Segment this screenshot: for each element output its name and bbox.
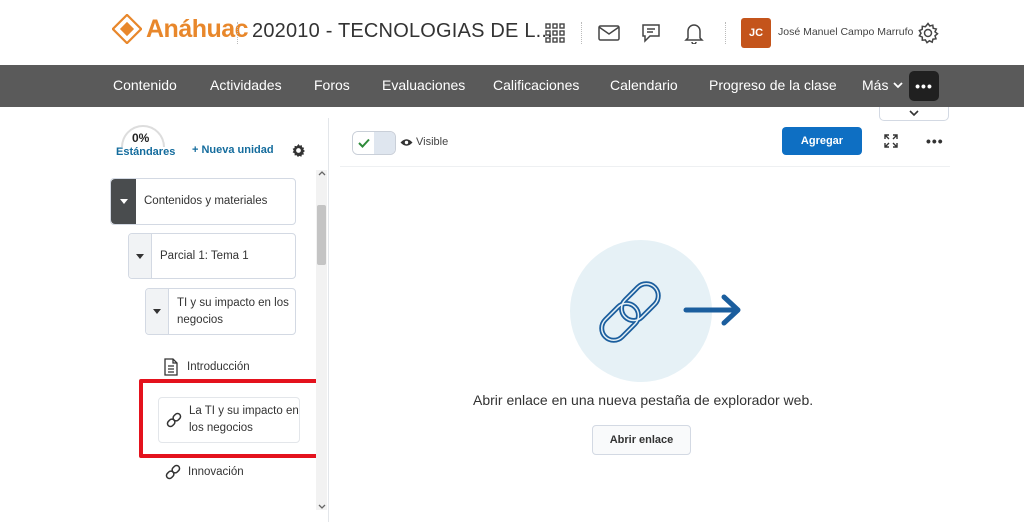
visibility-status: Visible xyxy=(400,136,448,148)
tree-lesson[interactable]: Parcial 1: Tema 1 xyxy=(128,233,296,279)
nav-overflow-button[interactable]: ••• xyxy=(909,71,939,101)
scroll-up-icon[interactable] xyxy=(318,170,326,176)
header-divider xyxy=(725,22,726,44)
nav-more-menu[interactable]: Más xyxy=(862,77,904,93)
topic-innovacion[interactable]: Innovación xyxy=(164,463,244,481)
collapse-nav-toggle[interactable] xyxy=(879,107,949,121)
standards-link[interactable]: Estándares xyxy=(116,146,175,158)
anahuac-logo[interactable]: Anáhuac xyxy=(112,14,249,44)
user-name[interactable]: José Manuel Campo Marrufo xyxy=(778,26,913,38)
tree-unit[interactable]: Contenidos y materiales xyxy=(110,178,296,225)
logo-text: Anáhuac xyxy=(146,14,249,43)
nav-item-calificaciones[interactable]: Calificaciones xyxy=(493,77,579,93)
add-button[interactable]: Agregar xyxy=(782,127,862,155)
course-title[interactable]: 202010 - TECNOLOGIAS DE L... xyxy=(252,20,553,43)
caret-down-icon[interactable] xyxy=(146,289,169,334)
standards-percent: 0% xyxy=(132,131,150,145)
topic-introduccion[interactable]: Introducción xyxy=(164,358,250,376)
topic-label: La TI y su impacto en los negocios xyxy=(189,405,299,434)
tree-folder[interactable]: TI y su impacto en los negocios xyxy=(145,288,296,335)
caret-down-icon[interactable] xyxy=(129,234,152,278)
caret-down-icon[interactable] xyxy=(111,179,136,224)
topic-label: Innovación xyxy=(188,466,244,478)
link-icon xyxy=(165,464,181,480)
tree-lesson-label: Parcial 1: Tema 1 xyxy=(160,249,249,262)
top-header: Anáhuac 202010 - TECNOLOGIAS DE L... JC … xyxy=(0,0,1024,65)
nav-item-actividades[interactable]: Actividades xyxy=(210,77,282,93)
toggle-thumb xyxy=(374,132,395,154)
topic-ti-impacto[interactable]: La TI y su impacto en los negocios xyxy=(158,397,300,443)
link-icon xyxy=(166,412,182,428)
nav-more-label: Más xyxy=(862,77,889,93)
tree-unit-label: Contenidos y materiales xyxy=(144,195,268,207)
nav-item-progreso[interactable]: Progreso de la clase xyxy=(709,77,837,93)
open-link-message: Abrir enlace en una nueva pestaña de exp… xyxy=(473,392,814,408)
mail-icon[interactable] xyxy=(596,20,622,46)
external-link-illustration-icon xyxy=(599,281,741,343)
scroll-down-icon[interactable] xyxy=(318,504,326,510)
content-divider xyxy=(340,166,950,167)
chat-icon[interactable] xyxy=(638,20,664,46)
eye-icon xyxy=(400,138,413,146)
topic-label: Introducción xyxy=(187,361,250,373)
visibility-toggle[interactable] xyxy=(352,131,396,155)
fullscreen-icon[interactable] xyxy=(884,134,898,153)
header-divider xyxy=(237,22,238,44)
panel-divider xyxy=(328,118,329,522)
chevron-down-icon xyxy=(893,82,904,89)
document-icon xyxy=(164,358,178,376)
chevron-down-icon xyxy=(909,110,919,117)
course-navbar: Contenido Actividades Foros Evaluaciones… xyxy=(0,65,1024,107)
gear-icon[interactable] xyxy=(915,20,941,46)
nav-item-contenido[interactable]: Contenido xyxy=(113,77,177,93)
header-divider xyxy=(581,22,582,44)
scroll-thumb[interactable] xyxy=(317,205,326,265)
logo-icon xyxy=(112,14,142,44)
visibility-label: Visible xyxy=(416,136,449,148)
nav-item-calendario[interactable]: Calendario xyxy=(610,77,678,93)
avatar[interactable]: JC xyxy=(741,18,771,48)
gear-icon[interactable] xyxy=(291,143,306,163)
nav-item-foros[interactable]: Foros xyxy=(314,77,350,93)
apps-grid-icon[interactable] xyxy=(542,20,568,46)
checkmark-icon xyxy=(353,132,374,154)
open-link-button[interactable]: Abrir enlace xyxy=(592,425,691,455)
nav-item-evaluaciones[interactable]: Evaluaciones xyxy=(382,77,465,93)
bell-icon[interactable] xyxy=(681,20,707,46)
tree-folder-label: TI y su impacto en los negocios xyxy=(177,296,289,326)
more-options-button[interactable]: ••• xyxy=(926,133,944,149)
new-unit-button[interactable]: + Nueva unidad xyxy=(192,144,274,156)
